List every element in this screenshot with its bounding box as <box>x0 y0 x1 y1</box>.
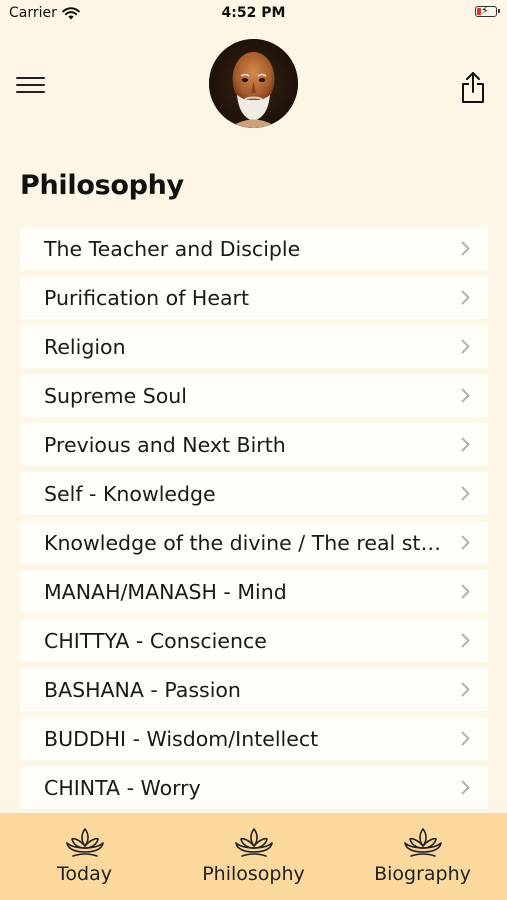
list-item[interactable]: Knowledge of the divine / The real state… <box>20 521 488 564</box>
chevron-right-icon <box>461 535 470 550</box>
list-item[interactable]: Self - Knowledge <box>20 472 488 515</box>
charging-bolt-icon: ⚡ <box>481 4 489 17</box>
tab-philosophy[interactable]: Philosophy <box>169 813 338 900</box>
chevron-right-icon <box>461 437 470 452</box>
list-item-label: BASHANA - Passion <box>44 678 241 702</box>
list-item-label: BUDDHI - Wisdom/Intellect <box>44 727 319 751</box>
tab-label: Philosophy <box>202 863 305 885</box>
status-time: 4:52 PM <box>221 5 286 21</box>
chevron-right-icon <box>461 584 470 599</box>
list-item[interactable]: Supreme Soul <box>20 374 488 417</box>
lotus-icon <box>234 828 273 857</box>
list-item[interactable]: Previous and Next Birth <box>20 423 488 466</box>
tab-label: Biography <box>374 863 471 885</box>
chevron-right-icon <box>461 780 470 795</box>
list-item-label: Self - Knowledge <box>44 482 216 506</box>
page-title: Philosophy <box>20 170 184 201</box>
list-item[interactable]: The Teacher and Disciple <box>20 227 488 270</box>
chevron-right-icon <box>461 633 470 648</box>
list-item-label: Supreme Soul <box>44 384 187 408</box>
chevron-right-icon <box>461 241 470 256</box>
list-item-label: Religion <box>44 335 126 359</box>
tab-biography[interactable]: Biography <box>338 813 507 900</box>
list-item[interactable]: BASHANA - Passion <box>20 668 488 711</box>
tab-label: Today <box>57 863 112 885</box>
tab-bar: Today Philosophy Biography <box>0 813 507 900</box>
list-item[interactable]: MANAH/MANASH - Mind <box>20 570 488 613</box>
list-item-label: Previous and Next Birth <box>44 433 286 457</box>
chevron-right-icon <box>461 731 470 746</box>
nav-bar <box>0 30 507 140</box>
list-item[interactable]: BUDDHI - Wisdom/Intellect <box>20 717 488 760</box>
list-item-label: CHINTA - Worry <box>44 776 201 800</box>
guru-portrait-image <box>209 39 298 128</box>
chevron-right-icon <box>461 682 470 697</box>
list-item[interactable]: Purification of Heart <box>20 276 488 319</box>
list-item-label: Purification of Heart <box>44 286 249 310</box>
list-item-label: MANAH/MANASH - Mind <box>44 580 287 604</box>
list-item-label: CHITTYA - Conscience <box>44 629 267 653</box>
list-item[interactable]: Religion <box>20 325 488 368</box>
topic-list: The Teacher and Disciple Purification of … <box>20 227 488 815</box>
battery-icon: ⚡ <box>475 4 500 17</box>
chevron-right-icon <box>461 388 470 403</box>
hamburger-menu-icon[interactable] <box>16 77 46 97</box>
list-item-label: Knowledge of the divine / The real state… <box>44 531 444 555</box>
list-item[interactable]: CHITTYA - Conscience <box>20 619 488 662</box>
chevron-right-icon <box>461 290 470 305</box>
lotus-icon <box>65 828 104 857</box>
lotus-icon <box>403 828 442 857</box>
tab-today[interactable]: Today <box>0 813 169 900</box>
share-icon[interactable] <box>459 70 487 104</box>
avatar <box>209 39 298 128</box>
status-bar: Carrier 4:52 PM ⚡ <box>0 0 507 30</box>
chevron-right-icon <box>461 486 470 501</box>
list-item[interactable]: CHINTA - Worry <box>20 766 488 809</box>
chevron-right-icon <box>461 339 470 354</box>
list-item-label: The Teacher and Disciple <box>44 237 301 261</box>
